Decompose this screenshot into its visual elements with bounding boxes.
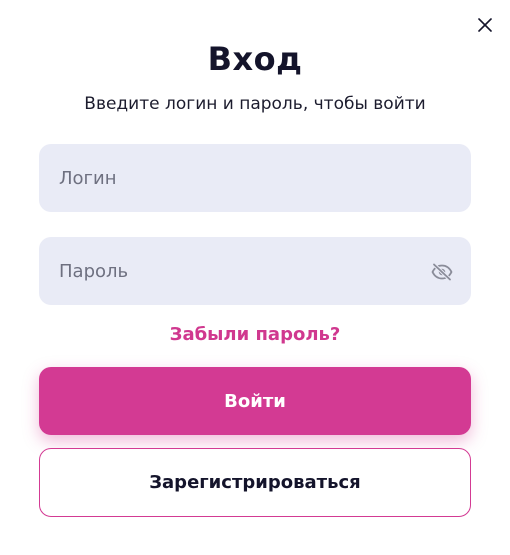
login-input[interactable] (39, 144, 471, 212)
password-input[interactable] (39, 237, 471, 305)
login-modal: Вход Введите логин и пароль, чтобы войти… (0, 0, 510, 555)
toggle-password-visibility-button[interactable] (431, 262, 453, 282)
close-button[interactable] (474, 14, 496, 36)
page-subtitle: Введите логин и пароль, чтобы войти (84, 94, 426, 114)
login-button[interactable]: Войти (39, 367, 471, 435)
password-field-container (39, 237, 471, 305)
login-field-container (39, 144, 471, 212)
page-title: Вход (207, 40, 303, 78)
close-icon (478, 18, 492, 32)
register-button[interactable]: Зарегистрироваться (39, 448, 471, 517)
eye-off-icon (431, 262, 453, 282)
forgot-password-link[interactable]: Забыли пароль? (0, 324, 510, 345)
